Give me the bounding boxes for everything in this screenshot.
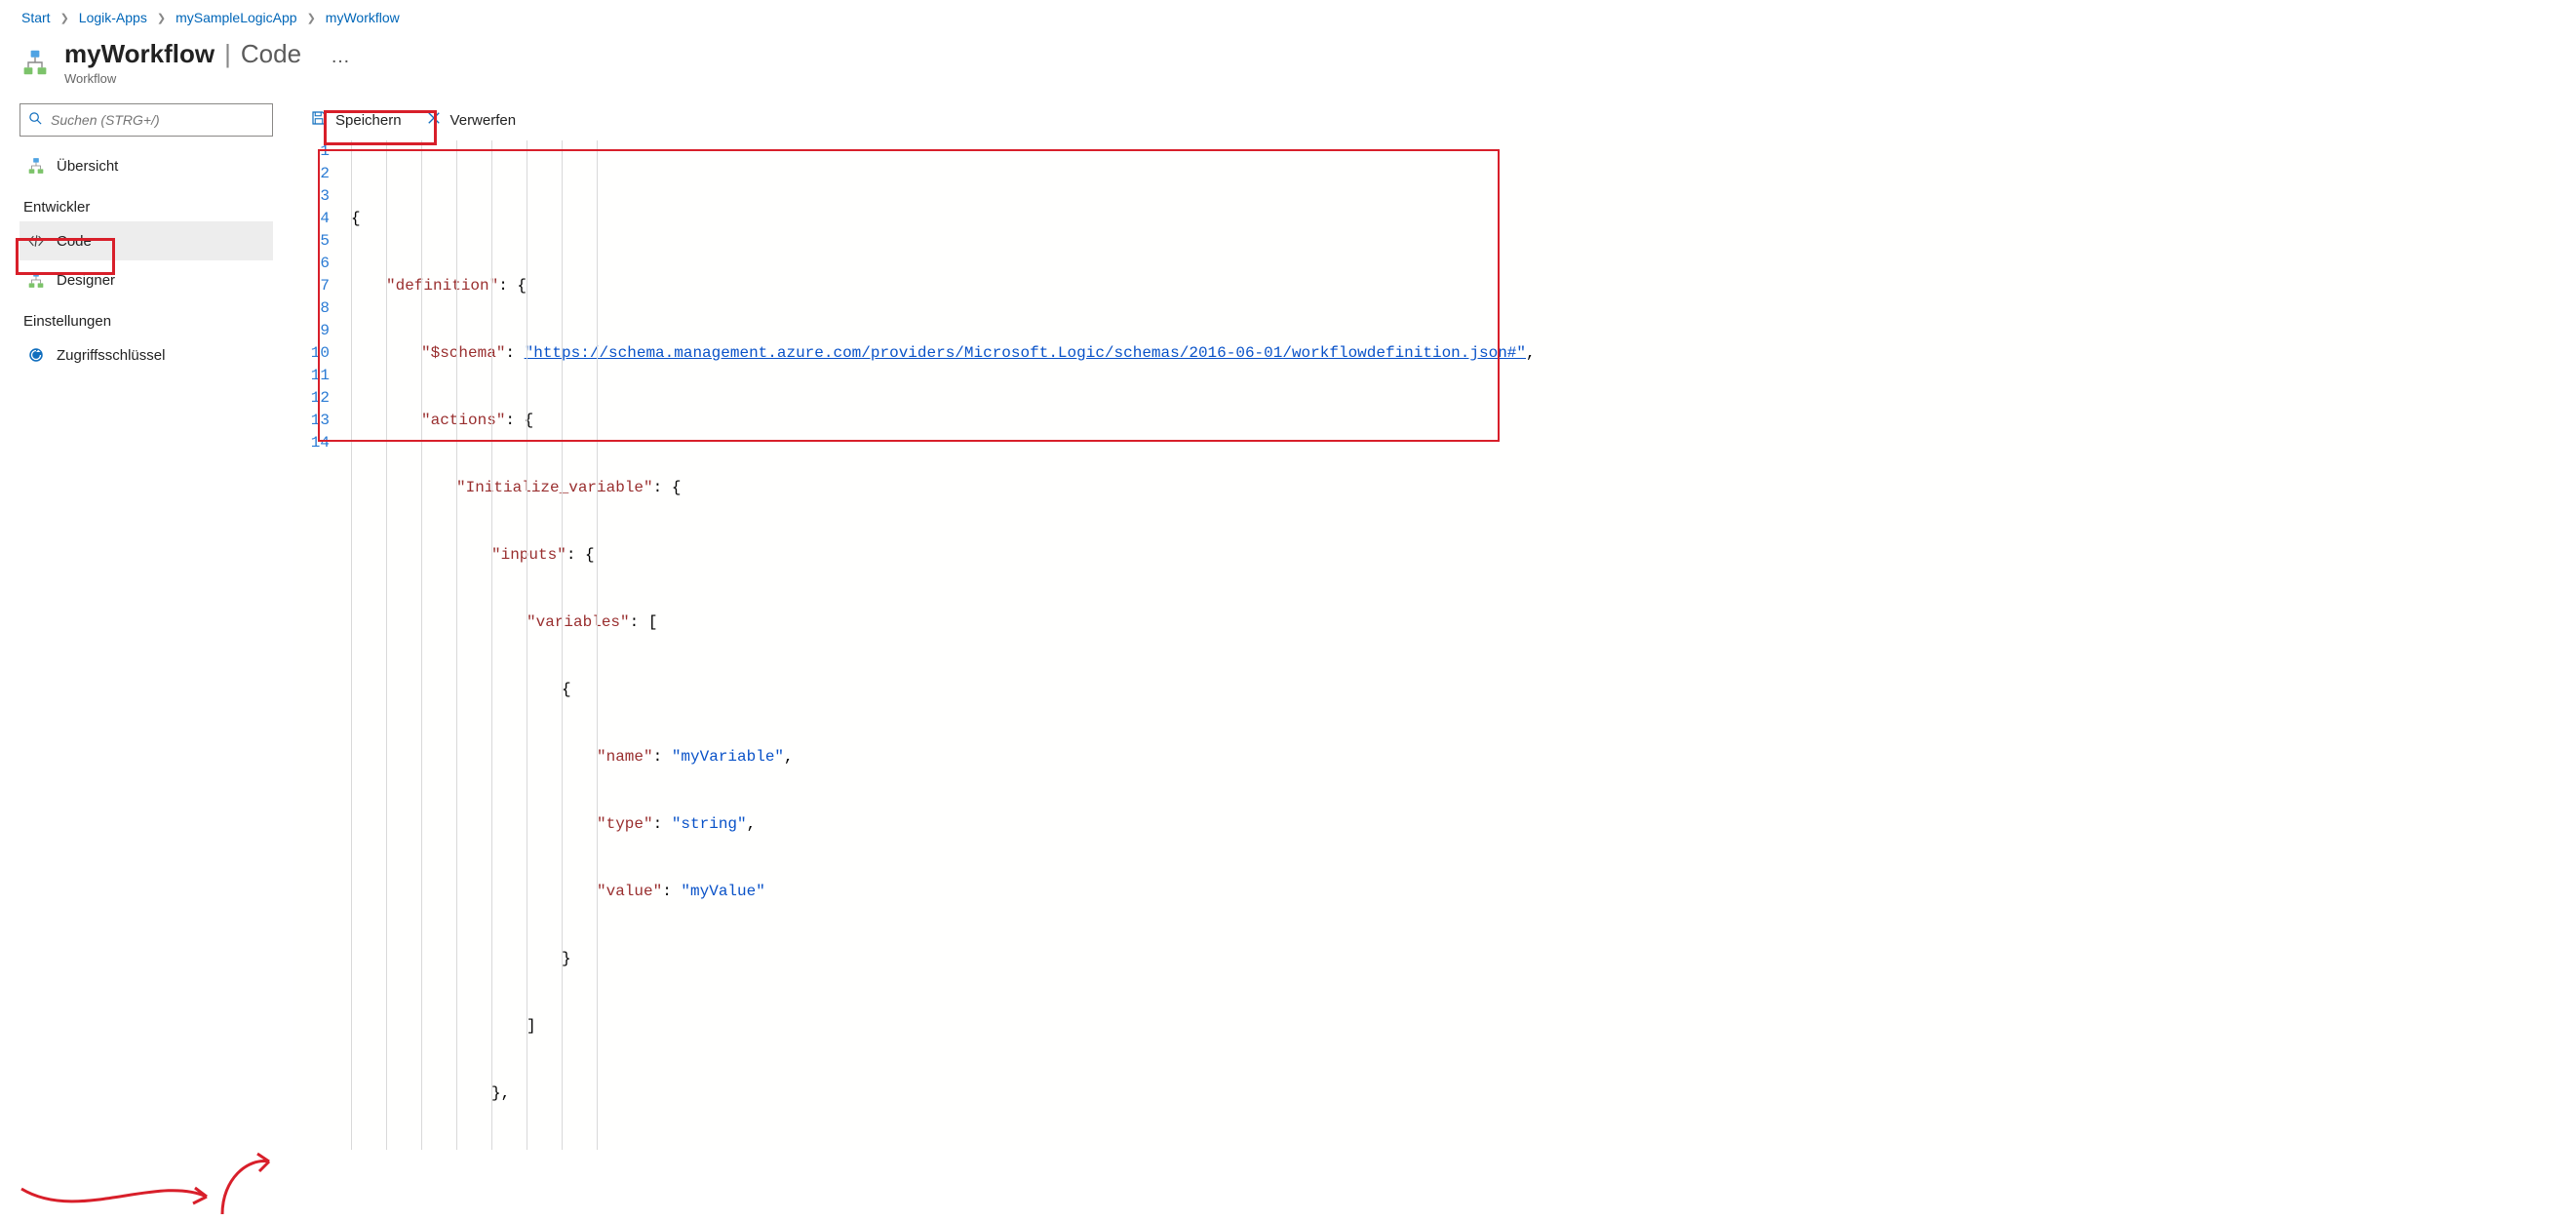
code-icon xyxy=(27,232,45,250)
breadcrumb: Start ❯ Logik-Apps ❯ mySampleLogicApp ❯ … xyxy=(20,8,2556,37)
save-icon xyxy=(310,109,328,131)
title-separator: | xyxy=(218,39,237,69)
nav-label: Zugriffsschlüssel xyxy=(57,347,165,364)
nav-label: Übersicht xyxy=(57,158,118,175)
sync-icon xyxy=(27,346,45,364)
nav-label: Code xyxy=(57,233,92,250)
arrow-annotation xyxy=(20,1179,215,1218)
more-button[interactable]: … xyxy=(331,46,352,68)
toolbar: Speichern Verwerfen xyxy=(293,103,2556,140)
page-header: myWorkflow | Code … Workflow xyxy=(20,37,2556,90)
breadcrumb-item[interactable]: Start xyxy=(21,10,51,25)
search-input[interactable] xyxy=(51,112,264,128)
discard-label: Verwerfen xyxy=(450,112,517,129)
line-gutter: 1234567891011121314 xyxy=(310,140,351,1150)
page-subtitle: Workflow xyxy=(64,71,352,86)
save-button[interactable]: Speichern xyxy=(310,109,402,131)
nav-access-keys[interactable]: Zugriffsschlüssel xyxy=(20,335,273,374)
workflow-icon xyxy=(27,157,45,175)
workflow-icon xyxy=(21,49,49,76)
discard-button[interactable]: Verwerfen xyxy=(425,109,517,131)
close-icon xyxy=(425,109,443,131)
search-box[interactable] xyxy=(20,103,273,137)
breadcrumb-item[interactable]: Logik-Apps xyxy=(79,10,147,25)
page-title: myWorkflow xyxy=(64,39,215,69)
breadcrumb-item[interactable]: mySampleLogicApp xyxy=(176,10,297,25)
chevron-right-icon: ❯ xyxy=(307,12,316,24)
code-editor[interactable]: 1234567891011121314 { xyxy=(293,140,2556,1150)
nav-overview[interactable]: Übersicht xyxy=(20,146,273,185)
nav-code[interactable]: Code xyxy=(20,221,273,260)
nav-designer[interactable]: Designer xyxy=(20,260,273,299)
code-content[interactable]: { "definition": { "$schema": "https://sc… xyxy=(351,140,1536,1150)
arrow-annotation xyxy=(218,1150,277,1218)
chevron-right-icon: ❯ xyxy=(60,12,69,24)
save-label: Speichern xyxy=(335,112,402,129)
designer-icon xyxy=(27,271,45,289)
nav-section-settings: Einstellungen xyxy=(20,299,273,335)
nav-section-developer: Entwickler xyxy=(20,185,273,221)
search-icon xyxy=(28,111,51,129)
breadcrumb-item[interactable]: myWorkflow xyxy=(326,10,400,25)
page-section: Code xyxy=(241,39,301,69)
chevron-right-icon: ❯ xyxy=(157,12,166,24)
nav-label: Designer xyxy=(57,272,115,289)
